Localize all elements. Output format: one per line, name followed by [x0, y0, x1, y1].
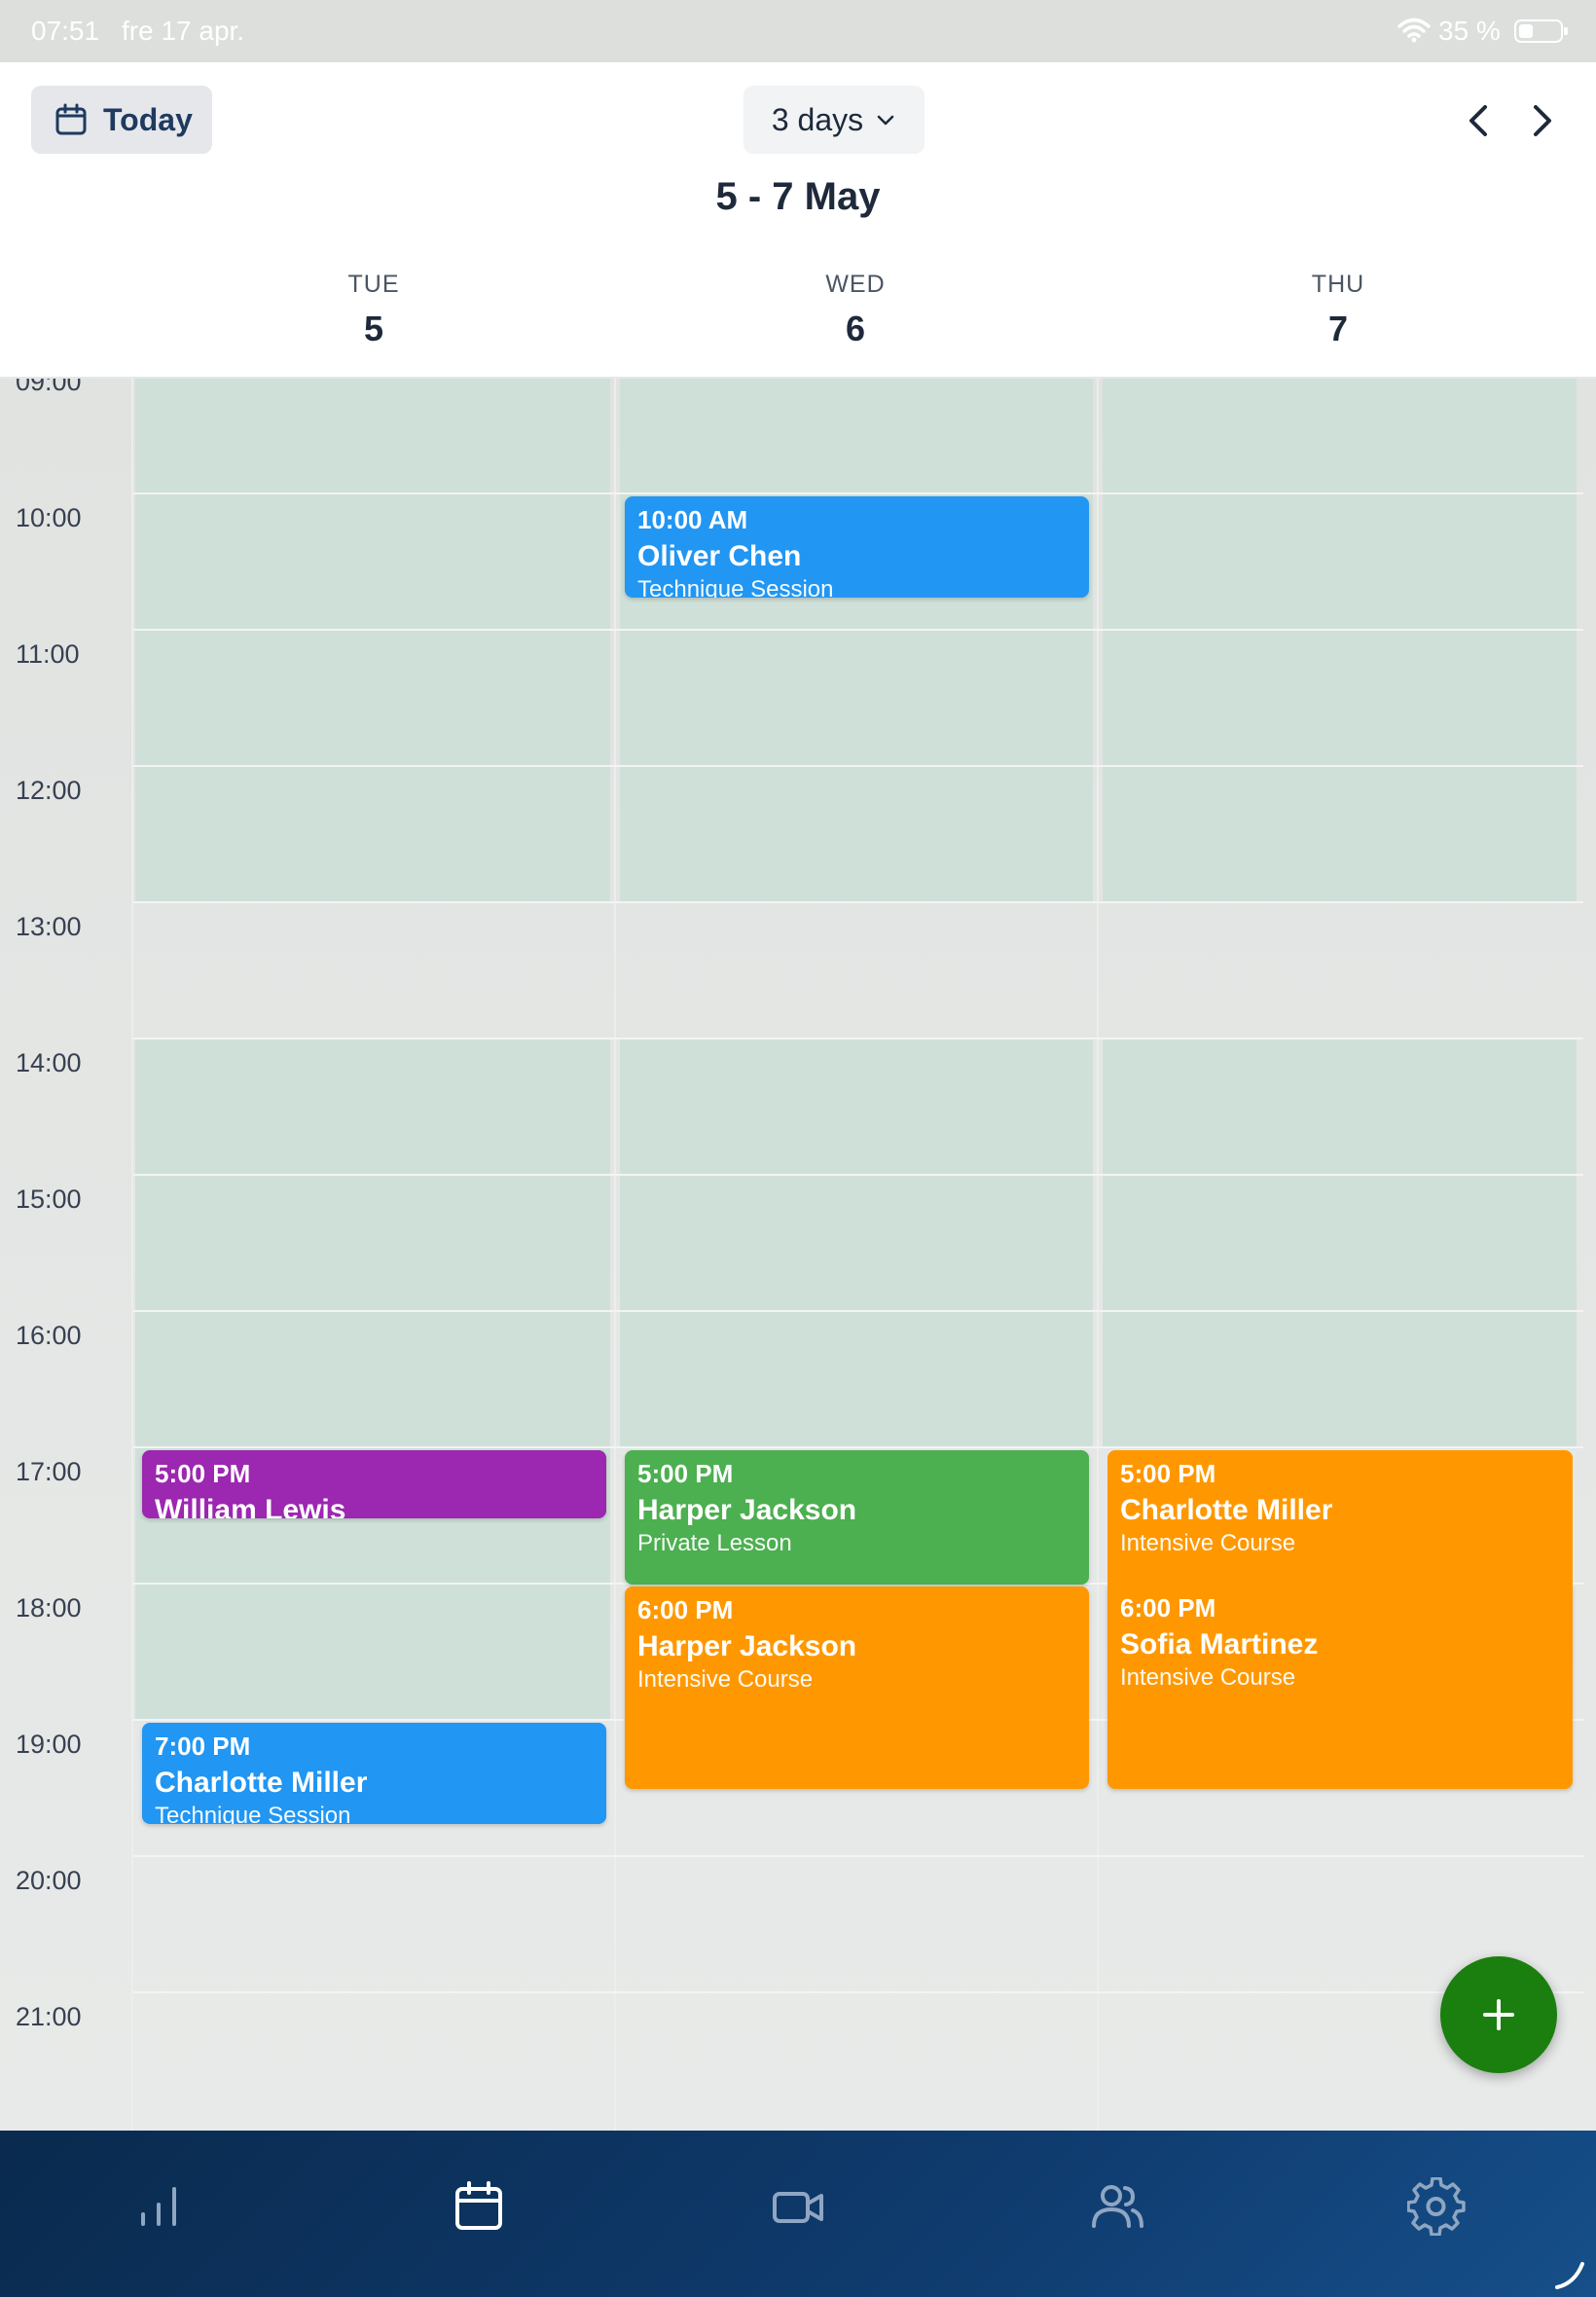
hour-line [133, 1038, 1583, 1039]
hour-label: 12:00 [16, 776, 82, 805]
home-indicator-icon [1555, 2262, 1584, 2289]
hour-line [133, 901, 1583, 903]
event-time: 6:00 PM [1120, 1593, 1216, 1622]
column-divider [614, 379, 616, 2131]
event-title: Harper Jackson [637, 1629, 857, 1662]
available-slot [620, 379, 1093, 901]
hour-label: 16:00 [16, 1321, 82, 1350]
chevron-down-icon [877, 115, 894, 126]
event-type: Private Lesson [637, 1529, 792, 1556]
calendar-icon [55, 103, 87, 135]
event-time: 10:00 AM [637, 505, 748, 534]
users-icon[interactable] [1088, 2177, 1146, 2236]
bottom-navigation [0, 2131, 1596, 2297]
hour-line [133, 629, 1583, 631]
day-name: WED [825, 271, 886, 298]
hour-label: 11:00 [16, 639, 80, 669]
day-name: THU [1311, 271, 1365, 298]
event-card[interactable]: 6:00 PM Harper Jackson Intensive Course [625, 1586, 1089, 1789]
day-number: 5 [363, 309, 384, 348]
event-card[interactable]: 6:00 PM Sofia Martinez Intensive Course [1107, 1585, 1573, 1789]
hour-line [133, 1855, 1583, 1857]
event-type: Technique Session [155, 1802, 351, 1824]
add-event-button[interactable] [1440, 1956, 1557, 2073]
hour-line [133, 1446, 1583, 1448]
battery-percentage: 35 % [1438, 16, 1501, 46]
chevron-left-icon[interactable] [1456, 97, 1503, 144]
event-type: Intensive Course [1120, 1663, 1296, 1691]
view-selector[interactable]: 3 days [744, 86, 925, 154]
event-title: William Lewis [155, 1493, 346, 1518]
date-range-title: 5 - 7 May [715, 175, 881, 218]
event-title: Oliver Chen [637, 539, 802, 572]
hour-label: 17:00 [16, 1457, 82, 1486]
event-card[interactable]: 7:00 PM Charlotte Miller Technique Sessi… [142, 1723, 606, 1824]
event-time: 6:00 PM [637, 1595, 734, 1624]
column-divider [131, 379, 133, 2131]
hour-label: 15:00 [16, 1185, 82, 1214]
event-title: Harper Jackson [637, 1493, 857, 1526]
calendar-icon[interactable] [450, 2177, 508, 2236]
view-label: 3 days [771, 101, 864, 137]
hour-label: 19:00 [16, 1730, 82, 1759]
today-button[interactable]: Today [31, 86, 212, 154]
hour-label: 13:00 [16, 912, 82, 941]
video-icon[interactable] [769, 2177, 827, 2236]
calendar-header: Today 3 days 5 - 7 May TUE 5 WED 6 THU 7 [0, 62, 1596, 379]
day-name: TUE [347, 271, 400, 298]
wifi-icon [1397, 18, 1431, 43]
hour-label: 09:00 [16, 379, 82, 396]
event-time: 5:00 PM [1120, 1459, 1216, 1488]
event-title: Sofia Martinez [1120, 1627, 1319, 1660]
calendar-grid[interactable]: 09:00 10:00 11:00 12:00 13:00 14:00 15:0… [0, 379, 1596, 2131]
event-card[interactable]: 5:00 PM William Lewis [142, 1450, 606, 1518]
stats-icon[interactable] [130, 2177, 189, 2236]
event-type: Intensive Course [637, 1665, 814, 1693]
available-slot [620, 1038, 1093, 1446]
day-number: 6 [845, 309, 866, 348]
hour-label: 21:00 [16, 2002, 82, 2031]
available-slot [135, 1038, 610, 1719]
day-number: 7 [1327, 309, 1349, 348]
hour-label: 14:00 [16, 1048, 82, 1077]
event-card[interactable]: 10:00 AM Oliver Chen Technique Session [625, 496, 1089, 598]
hour-label: 18:00 [16, 1593, 82, 1622]
event-type: Intensive Course [1120, 1529, 1296, 1556]
hour-line [133, 492, 1583, 494]
hour-line [133, 1174, 1583, 1176]
event-time: 5:00 PM [155, 1459, 251, 1488]
available-slot [135, 379, 610, 901]
today-label: Today [103, 101, 193, 137]
hour-label: 20:00 [16, 1866, 82, 1895]
hour-line [133, 1310, 1583, 1312]
available-slot [1103, 379, 1577, 901]
event-time: 7:00 PM [155, 1732, 251, 1761]
day-header-wed[interactable]: WED 6 [758, 271, 953, 349]
hour-line [133, 765, 1583, 767]
event-type: Technique Session [637, 575, 834, 598]
chevron-right-icon[interactable] [1518, 97, 1565, 144]
status-bar: 07:51 fre 17 apr. 35 % [0, 0, 1596, 62]
status-date: fre 17 apr. [122, 16, 245, 46]
plus-icon [1483, 1999, 1514, 2030]
available-slot [1103, 1038, 1577, 1446]
status-time: 07:51 [31, 16, 100, 46]
hour-label: 10:00 [16, 503, 82, 532]
event-title: Charlotte Miller [155, 1766, 368, 1799]
day-header-thu[interactable]: THU 7 [1241, 271, 1435, 349]
event-time: 5:00 PM [637, 1459, 734, 1488]
event-card[interactable]: 5:00 PM Charlotte Miller Intensive Cours… [1107, 1450, 1573, 1585]
day-header-tue[interactable]: TUE 5 [276, 271, 471, 349]
event-title: Charlotte Miller [1120, 1493, 1333, 1526]
event-card[interactable]: 5:00 PM Harper Jackson Private Lesson [625, 1450, 1089, 1585]
column-divider [1097, 379, 1099, 2131]
battery-icon [1514, 19, 1568, 43]
settings-icon[interactable] [1407, 2177, 1466, 2236]
hour-line [133, 1991, 1583, 1993]
